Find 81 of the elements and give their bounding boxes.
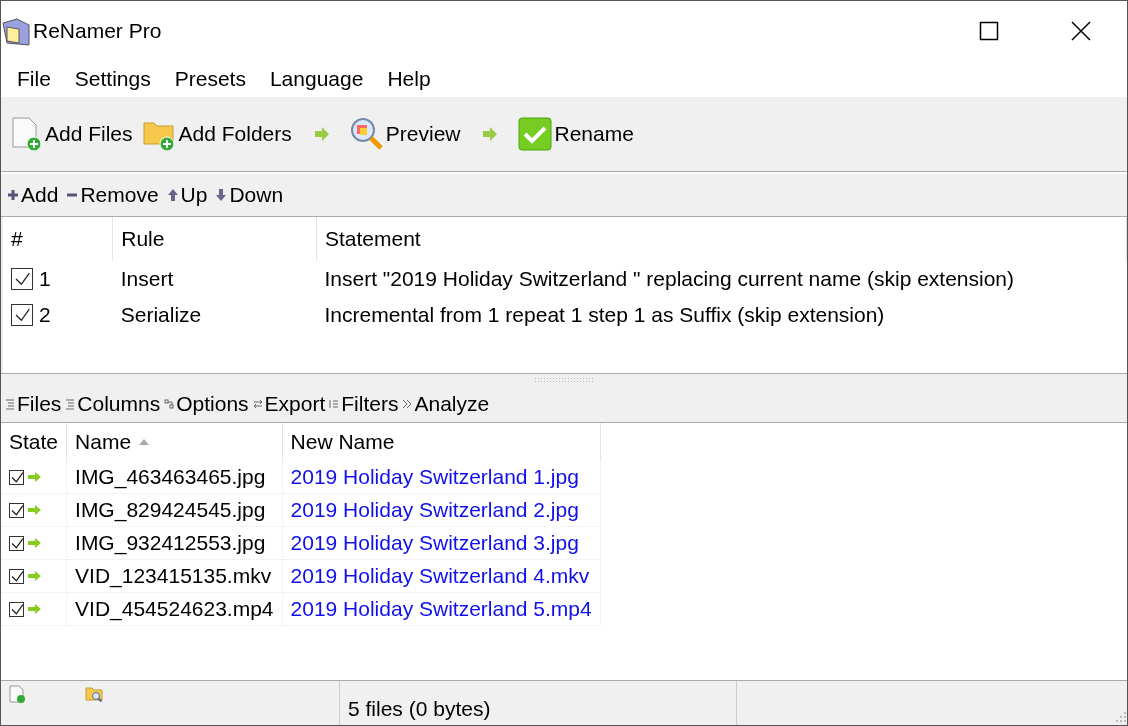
rule-number: 1 <box>39 267 51 291</box>
plus-icon <box>7 189 19 201</box>
table-cell: VID_123415135.mkv <box>66 559 283 593</box>
toolbar-button[interactable]: Export <box>252 392 326 416</box>
filter-icon <box>329 398 340 410</box>
menu-item[interactable]: Help <box>375 61 443 97</box>
checkbox[interactable] <box>11 304 33 326</box>
table-cell: IMG_829424545.jpg <box>66 493 283 527</box>
window-title: ReNamer Pro <box>33 19 163 43</box>
menu-item[interactable]: Settings <box>62 61 163 97</box>
toolbar-button[interactable]: Columns <box>65 392 161 416</box>
menu-item[interactable]: Presets <box>162 61 258 97</box>
file-add-icon <box>9 685 25 703</box>
arrow-right-icon <box>27 604 41 614</box>
checkbox[interactable] <box>9 502 24 518</box>
arrow-right-icon <box>482 127 499 141</box>
checkmark-icon <box>10 503 23 517</box>
checkmark-icon <box>10 470 23 484</box>
toolbar-button[interactable]: Rename <box>516 114 636 154</box>
checkmark-icon <box>10 569 23 583</box>
column-header[interactable]: Statement <box>316 217 1127 261</box>
folder-search-icon <box>85 685 103 703</box>
rule-number: 2 <box>39 303 51 327</box>
arrows-icon <box>252 398 263 410</box>
arrow-right-icon <box>402 398 413 410</box>
column-header[interactable]: # <box>3 217 113 261</box>
table-cell-text: Incremental from 1 repeat 1 step 1 as Suffix (skip extension) <box>323 302 886 328</box>
table-cell: Insert <box>112 261 317 297</box>
nodes-icon <box>164 398 175 410</box>
arrow-right-icon <box>27 571 41 581</box>
table-cell: IMG_463463465.jpg <box>66 461 283 494</box>
column-header[interactable]: Name <box>75 430 132 454</box>
table-cell: 2019 Holiday Switzerland 2.jpg <box>282 493 601 527</box>
arrow-down-icon <box>215 188 228 202</box>
menu-item[interactable]: Language <box>257 61 376 97</box>
toolbar-button[interactable]: Filters <box>329 392 399 416</box>
arrow-right-icon <box>313 127 330 141</box>
checkmark-icon <box>14 307 30 323</box>
magnifier-icon <box>349 117 384 151</box>
checkmark-icon <box>14 271 30 287</box>
table-cell: Insert "2019 Holiday Switzerland " replacing current name (skip extension) <box>316 261 1127 297</box>
toolbar-button[interactable]: Analyze <box>402 392 490 416</box>
maximize-icon <box>979 21 999 41</box>
arrow-right-icon <box>27 538 41 548</box>
checkmark-icon <box>518 117 553 151</box>
menu-item[interactable]: File <box>5 61 63 97</box>
checkbox[interactable] <box>9 568 24 584</box>
checkbox[interactable] <box>9 535 24 551</box>
table-cell-text: Serialize <box>119 302 203 328</box>
toolbar-button[interactable]: Add Files <box>9 114 135 154</box>
table-cell: VID_454524623.mp4 <box>66 592 283 626</box>
arrow-right-icon <box>27 472 41 482</box>
table-cell: 2019 Holiday Switzerland 4.mkv <box>282 559 601 593</box>
arrow-right-icon <box>27 505 41 515</box>
list-icon <box>65 398 76 410</box>
table-cell: 2019 Holiday Switzerland 3.jpg <box>282 526 601 560</box>
status-text: 5 files (0 bytes) <box>348 697 491 721</box>
checkbox[interactable] <box>11 268 33 290</box>
table-cell: IMG_932412553.jpg <box>66 526 283 560</box>
checkmark-icon <box>10 602 23 616</box>
toolbar-button[interactable]: Add <box>7 183 59 207</box>
table-cell: 2019 Holiday Switzerland 1.jpg <box>282 461 601 494</box>
toolbar-button[interactable]: Up <box>166 183 208 207</box>
column-header[interactable]: State <box>1 423 67 461</box>
file-add-icon <box>11 117 43 151</box>
sort-ascending-icon <box>139 439 150 445</box>
close-icon <box>1071 21 1091 41</box>
column-header[interactable]: Rule <box>112 217 317 261</box>
toolbar-button[interactable]: Files <box>5 392 62 416</box>
toolbar-button[interactable]: Down <box>215 183 284 207</box>
checkbox[interactable] <box>9 469 24 485</box>
checkmark-icon <box>10 536 23 550</box>
toolbar-button[interactable]: Options <box>164 392 249 416</box>
checkbox[interactable] <box>9 601 24 617</box>
toolbar-button[interactable]: Add Folders <box>140 114 294 154</box>
list-icon <box>5 398 15 410</box>
column-header[interactable]: New Name <box>282 423 601 461</box>
arrow-up-icon <box>166 188 179 202</box>
toolbar-button[interactable]: Preview <box>347 114 463 154</box>
table-cell: 2019 Holiday Switzerland 5.mp4 <box>282 592 601 626</box>
toolbar-button[interactable]: Remove <box>66 183 159 207</box>
